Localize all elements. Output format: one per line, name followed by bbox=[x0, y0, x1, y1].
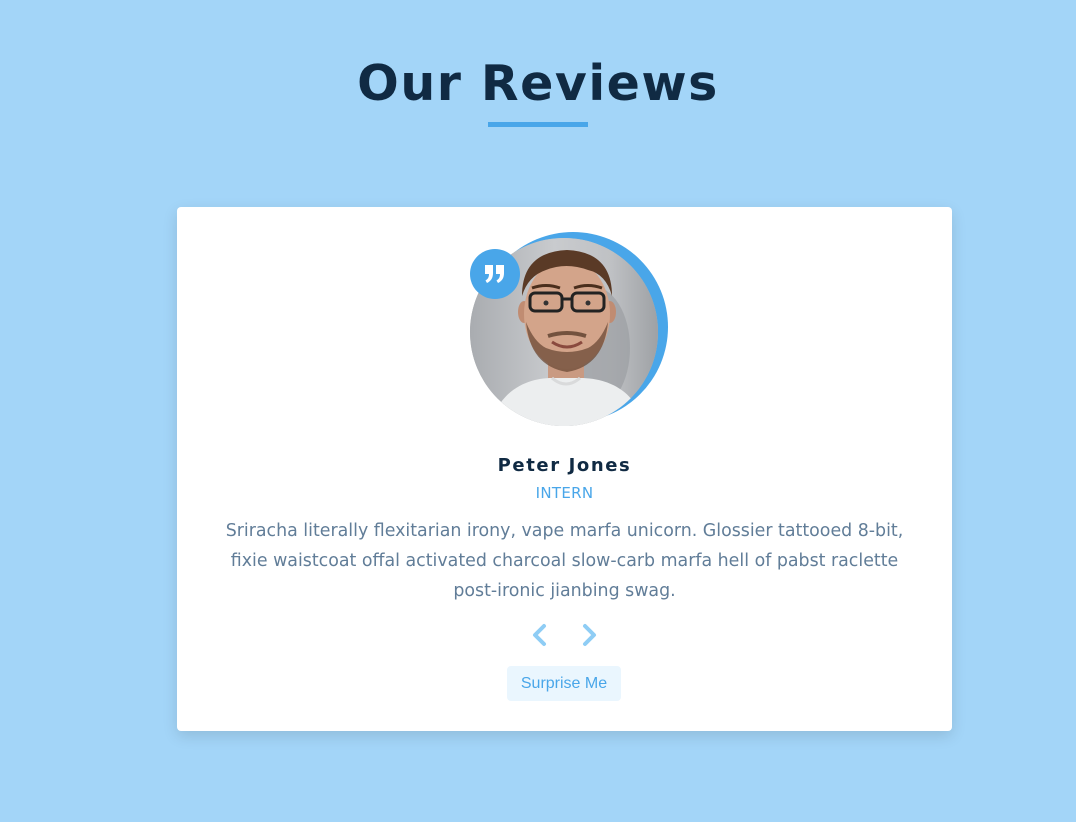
quote-right-icon bbox=[470, 249, 520, 299]
next-button[interactable] bbox=[577, 621, 603, 649]
section-title-wrap: Our Reviews bbox=[0, 52, 1076, 127]
chevron-left-icon bbox=[532, 624, 546, 646]
review-navigation bbox=[177, 621, 952, 649]
author-job: INTERN bbox=[535, 484, 594, 502]
author-name: Peter Jones bbox=[497, 455, 632, 476]
page-title: Our Reviews bbox=[357, 55, 719, 112]
review-card: Peter Jones INTERN Sriracha literally fl… bbox=[177, 207, 952, 731]
prev-button[interactable] bbox=[526, 621, 552, 649]
review-text: Sriracha literally flexitarian irony, va… bbox=[225, 521, 904, 601]
surprise-me-button[interactable]: Surprise Me bbox=[507, 666, 621, 701]
title-underline bbox=[488, 122, 588, 127]
chevron-right-icon bbox=[583, 624, 597, 646]
author-image-container bbox=[470, 232, 668, 430]
